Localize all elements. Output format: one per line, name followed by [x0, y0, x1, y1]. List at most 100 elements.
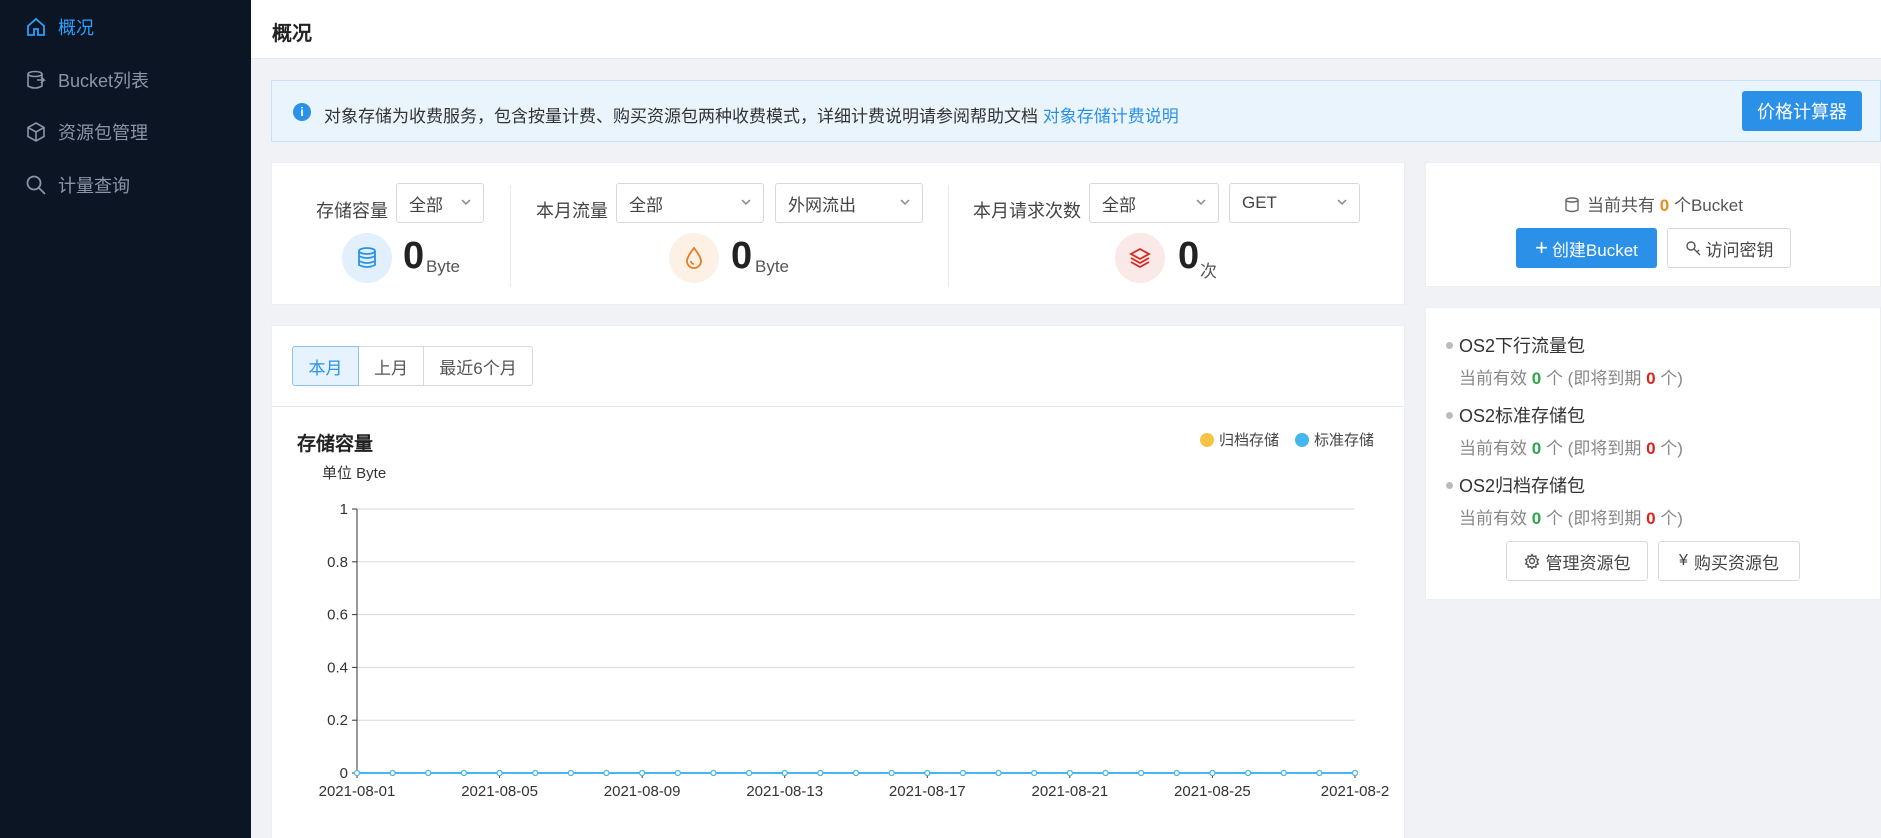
access-key-button[interactable]: 访问密钥 — [1667, 228, 1791, 268]
data-point — [924, 769, 931, 777]
data-point — [1351, 769, 1359, 777]
chart-title: 存储容量 — [297, 434, 374, 455]
data-point — [959, 769, 967, 777]
traffic-value: 0 — [731, 235, 753, 277]
home-icon — [24, 15, 48, 39]
bucket-count: 0 — [1659, 196, 1670, 215]
storage-unit: Byte — [426, 257, 461, 276]
storage-chart: 单位 Byte 0 0.2 0.4 0.6 0.8 1 2021-08-01 2021-08-0… — [319, 465, 1390, 800]
package-item: OS2下行流量包 当前有效 0 个 (即将到期 0 个) — [1446, 332, 1683, 389]
page-title: 概况 — [272, 23, 312, 45]
package-valid-count: 0 — [1531, 439, 1542, 458]
package-title: OS2标准存储包 — [1459, 406, 1586, 426]
traffic-unit: Byte — [755, 257, 790, 276]
data-point — [852, 769, 860, 777]
y-tick-label: 0.2 — [327, 712, 348, 729]
requests-label: 本月请求次数 — [973, 201, 1081, 221]
package-status: 当前有效 0 个 (即将到期 0 个) — [1459, 369, 1683, 388]
sidebar-item-packages[interactable]: 资源包管理 — [0, 110, 251, 154]
data-point — [1316, 769, 1323, 777]
x-tick-label: 2021-08-13 — [746, 783, 823, 800]
chart-card: 本月 上月 最近6个月 存储容量 归档存储 标准存储 单位 Byte 0 0.2 0.… — [271, 325, 1405, 838]
x-tick-label: 2021-08-25 — [1174, 783, 1251, 800]
bucket-summary-card: 当前共有 0 个Bucket + 创建Bucket 访问密钥 — [1425, 162, 1881, 287]
manage-packages-button[interactable]: 管理资源包 — [1506, 541, 1648, 581]
data-point — [745, 769, 753, 777]
data-point — [496, 769, 503, 777]
requests-method-select[interactable]: GET — [1229, 183, 1360, 223]
bucket-icon — [1565, 197, 1579, 213]
package-status: 当前有效 0 个 (即将到期 0 个) — [1459, 439, 1683, 458]
data-point — [532, 769, 539, 777]
chevron-down-icon — [1337, 199, 1347, 206]
bullet-dot — [1446, 411, 1453, 419]
package-expiring-count: 0 — [1646, 439, 1656, 458]
bucket-count-line: 当前共有 0 个Bucket — [1426, 191, 1880, 216]
y-tick-label: 0.6 — [327, 607, 348, 624]
data-point — [1138, 769, 1145, 777]
package-valid-count: 0 — [1531, 369, 1542, 388]
plus-icon: + — [1535, 235, 1548, 260]
sidebar-item-label: Bucket列表 — [58, 71, 150, 91]
yen-icon: ¥ — [1679, 552, 1688, 569]
legend-dot — [1199, 432, 1214, 447]
data-point — [1102, 769, 1109, 777]
chevron-down-icon — [1196, 199, 1206, 206]
package-title: OS2归档存储包 — [1459, 476, 1586, 496]
data-point — [781, 769, 788, 777]
sidebar-item-overview[interactable]: 概况 — [0, 5, 251, 49]
buy-packages-button[interactable]: ¥ 购买资源包 — [1658, 541, 1800, 581]
y-tick-label: 1 — [340, 501, 348, 518]
search-icon — [24, 173, 48, 197]
create-bucket-label: 创建Bucket — [1551, 240, 1638, 260]
buy-packages-label: 购买资源包 — [1693, 553, 1779, 573]
traffic-type-select[interactable]: 外网流出 — [775, 183, 923, 223]
data-point — [1173, 769, 1180, 777]
storage-label: 存储容量 — [316, 201, 388, 221]
sidebar-item-bucket-list[interactable]: Bucket列表 — [0, 58, 251, 102]
x-tick-label: 2021-08-01 — [319, 783, 396, 800]
data-point — [674, 769, 681, 777]
notice-banner: i 对象存储为收费服务，包含按量计费、购买资源包两种收费模式，详细计费说明请参阅… — [271, 80, 1881, 142]
bullet-dot — [1446, 341, 1453, 349]
requests-unit: 次 — [1200, 262, 1217, 281]
stats-card: 存储容量 全部 0 Byte 本月流量 全部 外网流出 0 Byte 本月请求次… — [271, 162, 1405, 305]
legend-item-archive[interactable]: 归档存储 — [1199, 429, 1279, 450]
data-point — [1066, 769, 1073, 777]
chevron-down-icon — [741, 199, 751, 206]
key-icon — [1685, 241, 1700, 256]
data-point — [353, 769, 361, 777]
legend-item-standard[interactable]: 标准存储 — [1294, 429, 1374, 450]
y-tick-label: 0 — [340, 765, 348, 782]
storage-select-value: 全部 — [409, 195, 443, 215]
y-unit-label: 单位 Byte — [322, 465, 386, 482]
bucket-icon — [24, 68, 48, 92]
traffic-bucket-value: 全部 — [629, 195, 663, 215]
create-bucket-button[interactable]: + 创建Bucket — [1516, 228, 1657, 268]
storage-select[interactable]: 全部 — [396, 183, 484, 223]
legend-label: 归档存储 — [1218, 432, 1279, 449]
traffic-bucket-select[interactable]: 全部 — [616, 183, 764, 223]
sidebar-item-metering[interactable]: 计量查询 — [0, 163, 251, 207]
billing-doc-link[interactable]: 对象存储计费说明 — [1043, 107, 1179, 126]
x-tick-label: 2021-08-21 — [1031, 783, 1108, 800]
manage-packages-label: 管理资源包 — [1545, 553, 1631, 573]
x-tick-label: 2021-08-09 — [604, 783, 681, 800]
x-tick-label: 2021-08-2 — [1321, 783, 1389, 800]
package-expiring-count: 0 — [1646, 509, 1656, 528]
tab-this-month[interactable]: 本月 — [292, 346, 359, 386]
tab-last-6-months[interactable]: 最近6个月 — [423, 346, 533, 386]
chevron-down-icon — [461, 199, 471, 206]
data-point — [425, 769, 432, 777]
requests-bucket-select[interactable]: 全部 — [1089, 183, 1219, 223]
requests-bucket-value: 全部 — [1102, 195, 1136, 215]
y-tick-label: 0.8 — [327, 554, 348, 571]
data-point — [888, 769, 895, 777]
price-calculator-button[interactable]: 价格计算器 — [1742, 91, 1862, 131]
data-point — [1031, 769, 1038, 777]
chevron-down-icon — [900, 199, 910, 206]
data-point — [710, 769, 717, 777]
gear-icon — [1524, 553, 1539, 569]
data-point — [639, 769, 646, 777]
tab-last-month[interactable]: 上月 — [358, 346, 424, 386]
